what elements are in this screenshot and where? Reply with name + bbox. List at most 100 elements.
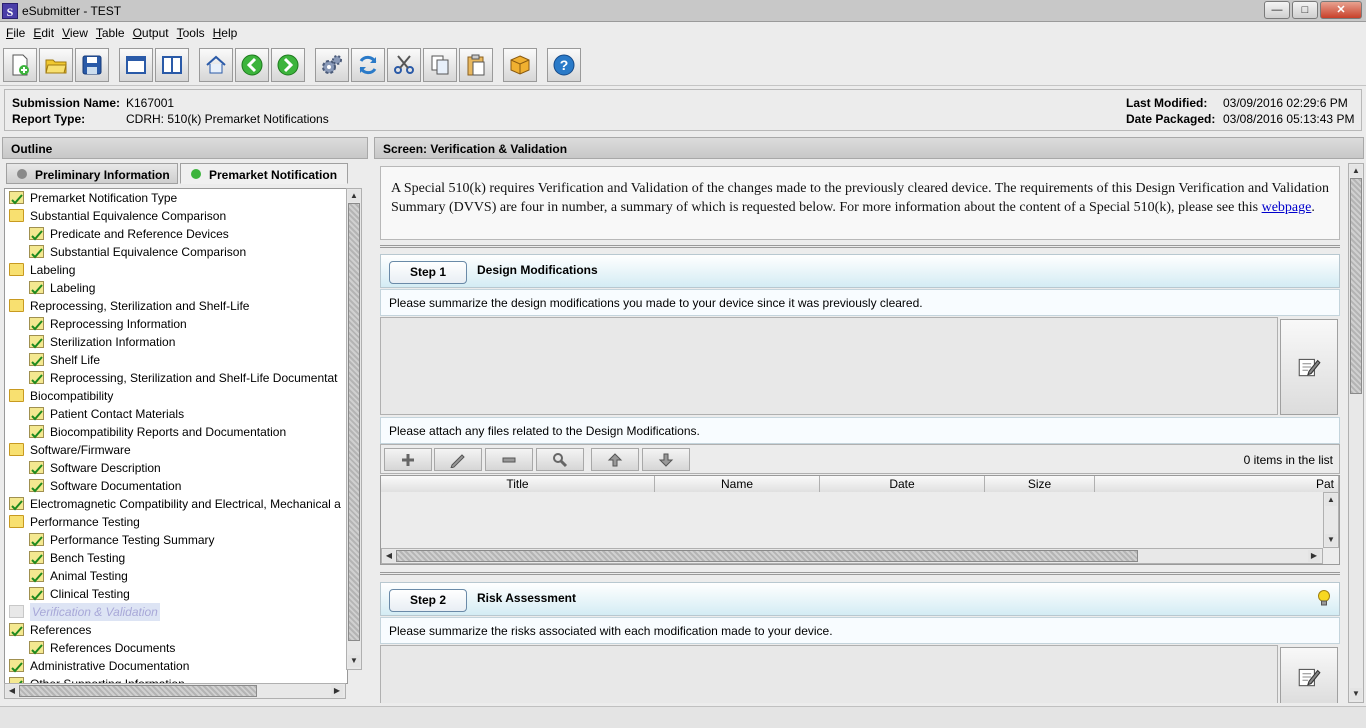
menu-tools[interactable]: Tools	[173, 22, 209, 44]
view-file-button[interactable]	[536, 448, 584, 471]
add-file-button[interactable]	[384, 448, 432, 471]
check-glyph	[11, 626, 23, 637]
tree-item-label: Biocompatibility	[30, 389, 114, 403]
date-packaged-label: Date Packaged:	[1126, 112, 1216, 126]
check-glyph	[31, 248, 43, 259]
scrollbar-thumb[interactable]	[396, 550, 1138, 562]
tree-item-label: Shelf Life	[50, 353, 101, 367]
tree-item-label: Verification & Validation	[30, 603, 160, 621]
window-button[interactable]	[119, 48, 153, 82]
column-header-size[interactable]: Size	[985, 476, 1095, 492]
report-type-label: Report Type:	[12, 112, 86, 126]
check-glyph	[31, 374, 43, 385]
scroll-left-arrow-icon[interactable]: ◀	[6, 685, 18, 697]
scrollbar-thumb[interactable]	[19, 685, 257, 697]
check-glyph	[31, 410, 43, 421]
column-header-title[interactable]: Title	[381, 476, 655, 492]
tab-premarket-notification[interactable]: Premarket Notification	[180, 163, 348, 184]
tab-preliminary-information[interactable]: Preliminary Information	[6, 163, 178, 184]
copy-button[interactable]	[423, 48, 457, 82]
move-down-button[interactable]	[642, 448, 690, 471]
paste-button[interactable]	[459, 48, 493, 82]
check-glyph	[31, 230, 43, 241]
minimize-button[interactable]: —	[1264, 1, 1290, 19]
split-icon	[162, 56, 182, 74]
menu-help[interactable]: Help	[209, 22, 242, 44]
menu-file[interactable]: File	[2, 22, 29, 44]
step-1-button[interactable]: Step 1	[389, 261, 467, 284]
close-button[interactable]: ✕	[1320, 1, 1362, 19]
package-icon	[510, 55, 530, 75]
folder-icon	[9, 209, 24, 222]
back-button[interactable]	[235, 48, 269, 82]
screen-vertical-scrollbar[interactable]: ▲ ▼	[1348, 163, 1364, 703]
column-header-date[interactable]: Date	[820, 476, 985, 492]
forward-button[interactable]	[271, 48, 305, 82]
tree-horizontal-scrollbar[interactable]: ◀ ▶	[4, 683, 346, 699]
table-vertical-scrollbar[interactable]: ▲ ▼	[1323, 492, 1339, 548]
scrollbar-thumb[interactable]	[348, 203, 360, 641]
status-dot-icon	[17, 169, 27, 179]
refresh-button[interactable]	[351, 48, 385, 82]
save-button[interactable]	[75, 48, 109, 82]
check-glyph	[11, 194, 23, 205]
scrollbar-thumb[interactable]	[1350, 178, 1362, 394]
folder-icon	[9, 263, 24, 276]
scroll-down-arrow-icon[interactable]: ▼	[1350, 688, 1362, 700]
attach-files-prompt: Please attach any files related to the D…	[380, 417, 1340, 444]
tree-item-label: Software/Firmware	[30, 443, 131, 457]
tree-vertical-scrollbar[interactable]: ▲ ▼	[346, 188, 362, 670]
paste-icon	[467, 54, 485, 76]
split-view-button[interactable]	[155, 48, 189, 82]
checkmark-icon	[29, 425, 44, 439]
new-document-button[interactable]	[3, 48, 37, 82]
table-horizontal-scrollbar[interactable]: ◀ ▶	[381, 548, 1323, 564]
scroll-up-arrow-icon[interactable]: ▲	[1350, 165, 1362, 177]
scroll-right-arrow-icon[interactable]: ▶	[1308, 550, 1320, 562]
checkmark-icon	[29, 569, 44, 583]
maximize-button[interactable]: □	[1292, 1, 1318, 19]
menu-table[interactable]: Table	[92, 22, 129, 44]
scroll-down-arrow-icon[interactable]: ▼	[348, 655, 360, 667]
title-bar: S eSubmitter - TEST — □ ✕	[0, 0, 1366, 22]
edit-text-button[interactable]	[1280, 647, 1338, 703]
pencil-icon	[450, 453, 465, 468]
package-button[interactable]	[503, 48, 537, 82]
menu-view[interactable]: View	[58, 22, 92, 44]
lightbulb-icon[interactable]	[1317, 589, 1331, 607]
home-button[interactable]	[199, 48, 233, 82]
design-modifications-textarea[interactable]	[380, 317, 1278, 415]
folder-icon	[9, 443, 24, 456]
menu-edit[interactable]: Edit	[29, 22, 58, 44]
help-button[interactable]: ?	[547, 48, 581, 82]
webpage-link[interactable]: webpage	[1262, 200, 1312, 215]
settings-button[interactable]	[315, 48, 349, 82]
scroll-left-arrow-icon[interactable]: ◀	[383, 550, 395, 562]
menu-output[interactable]: Output	[129, 22, 173, 44]
move-up-button[interactable]	[591, 448, 639, 471]
scroll-up-arrow-icon[interactable]: ▲	[348, 190, 360, 202]
tree-item-label: Software Description	[50, 461, 161, 475]
scroll-up-arrow-icon[interactable]: ▲	[1325, 494, 1337, 506]
window-title: eSubmitter - TEST	[22, 4, 122, 18]
scroll-right-arrow-icon[interactable]: ▶	[331, 685, 343, 697]
edit-text-button[interactable]	[1280, 319, 1338, 415]
column-header-path[interactable]: Pat	[1095, 476, 1339, 492]
minus-icon	[502, 457, 516, 462]
home-icon	[206, 55, 226, 74]
edit-file-button[interactable]	[434, 448, 482, 471]
submission-info-panel: Submission Name: K167001 Report Type: CD…	[4, 89, 1362, 131]
column-header-name[interactable]: Name	[655, 476, 820, 492]
outline-panel: Outline Preliminary Information Premarke…	[2, 137, 368, 703]
remove-file-button[interactable]	[485, 448, 533, 471]
tree-item-label: Software Documentation	[50, 479, 182, 493]
risk-assessment-textarea[interactable]	[380, 645, 1278, 703]
gears-icon	[322, 55, 342, 74]
step-2-button[interactable]: Step 2	[389, 589, 467, 612]
cut-button[interactable]	[387, 48, 421, 82]
submission-name-label: Submission Name:	[12, 96, 121, 110]
tree-item-label: Labeling	[30, 263, 76, 277]
status-bar	[0, 706, 1366, 728]
open-button[interactable]	[39, 48, 73, 82]
scroll-down-arrow-icon[interactable]: ▼	[1325, 534, 1337, 546]
